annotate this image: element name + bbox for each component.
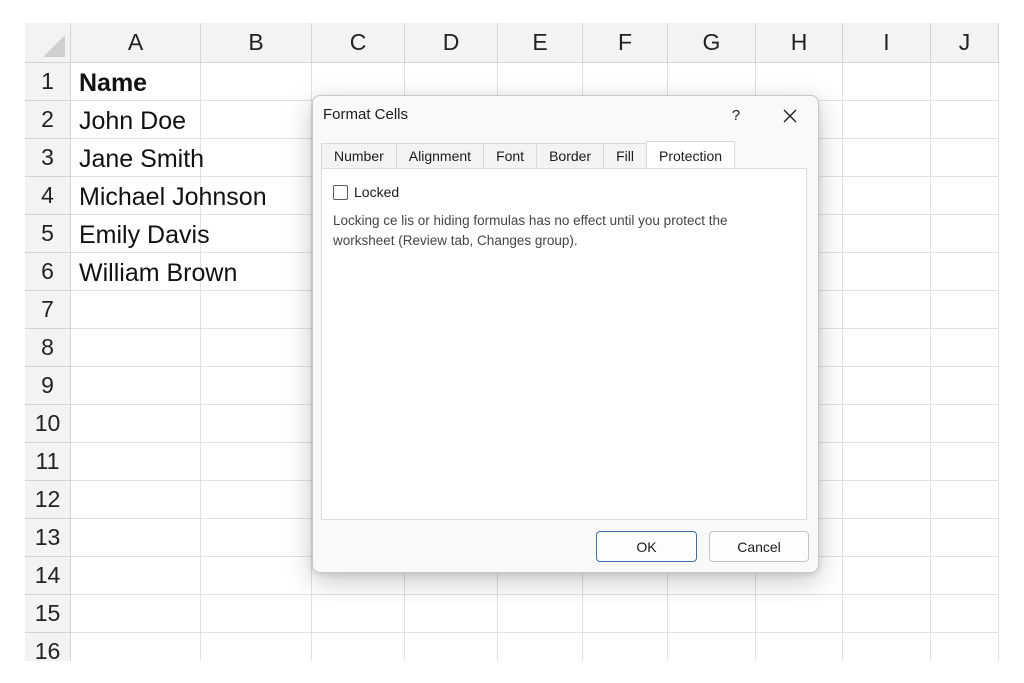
- row-header-9[interactable]: 9: [25, 367, 71, 405]
- row-header-14[interactable]: 14: [25, 557, 71, 595]
- tab-alignment[interactable]: Alignment: [395, 143, 484, 168]
- gridline: [998, 63, 999, 661]
- help-button[interactable]: ?: [723, 104, 749, 128]
- column-header-a[interactable]: A: [71, 23, 201, 63]
- column-header-f[interactable]: F: [583, 23, 668, 63]
- dialog-tabs: Number Alignment Font Border Fill Protec…: [321, 141, 736, 169]
- cancel-button[interactable]: Cancel: [709, 531, 809, 562]
- tab-fill[interactable]: Fill: [603, 143, 646, 168]
- close-button[interactable]: [777, 104, 803, 128]
- gridline: [930, 63, 931, 661]
- column-header-c[interactable]: C: [312, 23, 405, 63]
- format-cells-dialog: Format Cells ? Number Alignment Font Bor…: [312, 95, 819, 573]
- row-header-10[interactable]: 10: [25, 405, 71, 443]
- cell-a5[interactable]: Emily Davis: [79, 216, 210, 254]
- dialog-title: Format Cells: [323, 106, 409, 123]
- cell-a3[interactable]: Jane Smith: [79, 140, 204, 178]
- column-header-e[interactable]: E: [498, 23, 583, 63]
- protection-panel: Locked Locking ce lis or hiding formulas…: [321, 168, 807, 520]
- tab-font[interactable]: Font: [483, 143, 537, 168]
- row-header-16[interactable]: 16: [25, 633, 71, 661]
- tab-number[interactable]: Number: [321, 143, 396, 168]
- row-header-8[interactable]: 8: [25, 329, 71, 367]
- select-all-triangle-icon: [43, 35, 65, 57]
- gridline: [71, 632, 999, 633]
- locked-checkbox-row[interactable]: Locked: [333, 184, 399, 200]
- row-header-5[interactable]: 5: [25, 215, 71, 253]
- row-header-4[interactable]: 4: [25, 177, 71, 215]
- row-header-13[interactable]: 13: [25, 519, 71, 557]
- cell-a6[interactable]: William Brown: [79, 254, 237, 292]
- ok-button[interactable]: OK: [596, 531, 697, 562]
- cell-a4[interactable]: Michael Johnson: [79, 178, 267, 216]
- row-header-15[interactable]: 15: [25, 595, 71, 633]
- locked-checkbox[interactable]: [333, 184, 348, 200]
- gridline: [71, 594, 999, 595]
- column-header-b[interactable]: B: [201, 23, 312, 63]
- column-header-h[interactable]: H: [756, 23, 843, 63]
- column-header-g[interactable]: G: [668, 23, 756, 63]
- row-header-1[interactable]: 1: [25, 63, 71, 101]
- column-header-j[interactable]: J: [931, 23, 999, 63]
- row-header-3[interactable]: 3: [25, 139, 71, 177]
- protection-info-text: Locking ce lis or hiding formulas has no…: [333, 213, 728, 248]
- locked-label: Locked: [354, 184, 400, 200]
- tab-border[interactable]: Border: [536, 143, 604, 168]
- row-header-6[interactable]: 6: [25, 253, 71, 291]
- row-header-11[interactable]: 11: [25, 443, 71, 481]
- cell-a1[interactable]: Name: [79, 64, 147, 102]
- column-header-i[interactable]: I: [843, 23, 931, 63]
- row-header-12[interactable]: 12: [25, 481, 71, 519]
- gridline: [842, 63, 843, 661]
- tab-protection[interactable]: Protection: [646, 141, 736, 168]
- row-header-7[interactable]: 7: [25, 291, 71, 329]
- screen: A B C D E F G H I J 1 2 3 4 5 6 7 8 9 10…: [0, 0, 1024, 683]
- column-header-d[interactable]: D: [405, 23, 498, 63]
- row-header-2[interactable]: 2: [25, 101, 71, 139]
- close-icon: [783, 109, 797, 123]
- cell-a2[interactable]: John Doe: [79, 102, 186, 140]
- select-all-corner[interactable]: [25, 23, 71, 63]
